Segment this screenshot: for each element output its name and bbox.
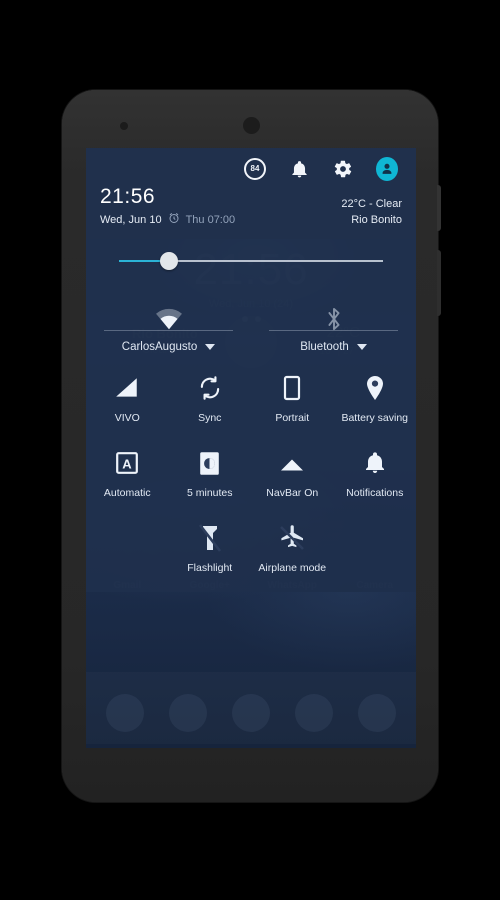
tile-notifications[interactable]: Notifications bbox=[334, 434, 417, 509]
battery-percent-label: 84 bbox=[244, 158, 266, 180]
tile-airplane-mode[interactable]: Airplane mode bbox=[251, 509, 334, 584]
battery-84-badge-icon[interactable]: 84 bbox=[244, 158, 266, 180]
tile-battery-saving[interactable]: Battery saving bbox=[334, 359, 417, 434]
notifications-bell-icon[interactable] bbox=[288, 158, 310, 180]
tile-label: Automatic bbox=[103, 487, 151, 500]
bluetooth-icon bbox=[323, 299, 345, 339]
status-summary-row: 21:56 Wed, Jun 10 Thu 07:00 22°C - Clear… bbox=[96, 182, 406, 229]
tile-label: Flashlight bbox=[187, 562, 233, 575]
tile-sync[interactable]: Sync bbox=[169, 359, 252, 434]
chevron-down-icon[interactable] bbox=[205, 344, 216, 351]
homescreen-dock-icons bbox=[86, 694, 416, 732]
tile-flashlight[interactable]: Flashlight bbox=[169, 509, 252, 584]
bluetooth-label-row[interactable]: Bluetooth bbox=[300, 341, 367, 353]
wifi-label-row[interactable]: CarlosAugusto bbox=[121, 341, 216, 354]
battery-saving-icon bbox=[364, 371, 386, 405]
power-button[interactable] bbox=[437, 185, 441, 231]
dock-phone-icon bbox=[106, 694, 145, 732]
bluetooth-label: Bluetooth bbox=[300, 341, 349, 354]
quick-settings-header: 84 21:56 Wed, Jun 10 Thu 07:00 22°C - Cl… bbox=[86, 148, 416, 240]
tile-label: 5 minutes bbox=[186, 487, 233, 500]
wifi-ssid: CarlosAugusto bbox=[121, 341, 198, 354]
tile-row: Flashlight Airplane mode bbox=[86, 509, 416, 584]
auto-brightness-icon: A bbox=[115, 446, 139, 480]
quick-settings-panel: 84 21:56 Wed, Jun 10 Thu 07:00 22°C - Cl… bbox=[86, 148, 416, 593]
status-alarm-time: Thu 07:00 bbox=[185, 214, 236, 227]
weather-location: Rio Bonito bbox=[351, 214, 402, 227]
status-time: 21:56 bbox=[100, 185, 156, 208]
settings-gear-icon[interactable] bbox=[332, 158, 354, 180]
tile-label: Portrait bbox=[275, 412, 310, 425]
navbar-icon bbox=[278, 446, 306, 480]
bluetooth-tile[interactable]: Bluetooth bbox=[251, 283, 416, 355]
signal-bars-icon bbox=[114, 371, 140, 405]
tile-auto-brightness[interactable]: A Automatic bbox=[86, 434, 169, 509]
svg-text:A: A bbox=[123, 456, 133, 471]
tile-label: Notifications bbox=[346, 487, 404, 500]
header-icon-row: 84 bbox=[96, 154, 406, 182]
dock-apps-icon bbox=[231, 694, 270, 732]
tile-row: A Automatic 5 minutes NavBar On Notifica… bbox=[86, 434, 416, 509]
clock-block: 21:56 Wed, Jun 10 Thu 07:00 bbox=[100, 185, 235, 229]
weather-block[interactable]: 22°C - Clear Rio Bonito bbox=[341, 197, 402, 229]
tile-rotation[interactable]: Portrait bbox=[251, 359, 334, 434]
rotation-portrait-icon bbox=[281, 371, 303, 405]
screenshot-canvas: 21:56 Wed, Jun 10 (24) Rio Bonito Clear … bbox=[0, 0, 500, 900]
wifi-tile[interactable]: CarlosAugusto bbox=[86, 283, 251, 355]
tile-navbar[interactable]: NavBar On bbox=[251, 434, 334, 509]
proximity-sensor-icon bbox=[120, 122, 128, 130]
tile-label: VIVO bbox=[114, 412, 140, 425]
connection-row: CarlosAugusto Bluetooth bbox=[86, 283, 416, 355]
tile-label: Battery saving bbox=[341, 412, 409, 425]
tile-screen-timeout[interactable]: 5 minutes bbox=[169, 434, 252, 509]
tile-label: Sync bbox=[198, 412, 222, 425]
status-date-row: Wed, Jun 10 Thu 07:00 bbox=[100, 211, 235, 229]
flashlight-icon bbox=[198, 521, 221, 555]
brightness-slider[interactable] bbox=[86, 239, 416, 283]
tile-row: VIVO Sync Portrait Battery saving bbox=[86, 359, 416, 434]
tile-mobile-network[interactable]: VIVO bbox=[86, 359, 169, 434]
dock-camera-icon bbox=[357, 694, 396, 732]
screen-timeout-icon bbox=[199, 446, 220, 480]
notifications-bell-icon bbox=[363, 446, 387, 480]
dock-messaging-icon bbox=[169, 694, 208, 732]
bluetooth-divider bbox=[269, 330, 398, 332]
sync-icon bbox=[197, 371, 223, 405]
front-camera-icon bbox=[243, 117, 260, 134]
user-avatar[interactable] bbox=[376, 157, 398, 181]
dock-browser-icon bbox=[294, 694, 333, 732]
tile-label: NavBar On bbox=[266, 487, 319, 500]
wifi-divider bbox=[104, 330, 233, 332]
airplane-icon bbox=[279, 521, 305, 555]
weather-condition: 22°C - Clear bbox=[341, 198, 402, 211]
status-date: Wed, Jun 10 bbox=[100, 214, 162, 227]
phone-screen: 21:56 Wed, Jun 10 (24) Rio Bonito Clear … bbox=[86, 148, 416, 748]
volume-button[interactable] bbox=[437, 250, 441, 316]
tile-label: Airplane mode bbox=[258, 562, 327, 575]
chevron-down-icon[interactable] bbox=[356, 344, 367, 351]
wifi-icon bbox=[154, 299, 184, 339]
alarm-clock-icon bbox=[168, 211, 180, 229]
slider-thumb[interactable] bbox=[160, 252, 179, 271]
phone-device: 21:56 Wed, Jun 10 (24) Rio Bonito Clear … bbox=[62, 90, 441, 802]
quick-settings-tiles: VIVO Sync Portrait Battery saving A Auto… bbox=[86, 355, 416, 592]
